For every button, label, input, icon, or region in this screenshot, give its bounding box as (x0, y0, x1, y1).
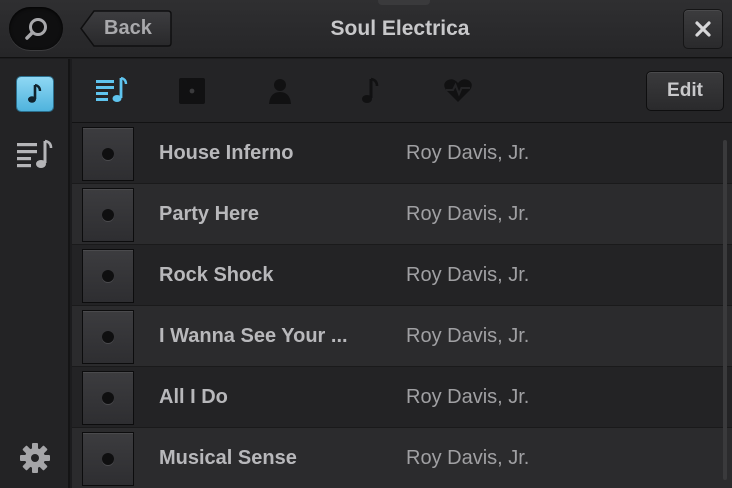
album-art-placeholder (82, 249, 134, 303)
sidebar-item-songs[interactable] (14, 73, 56, 115)
track-title: House Inferno (159, 142, 294, 164)
tab-playlist[interactable] (94, 74, 130, 108)
track-title: Rock Shock (159, 264, 274, 286)
disc-icon (102, 453, 114, 465)
track-artist: Roy Davis, Jr. (406, 447, 530, 469)
track-title: All I Do (159, 386, 228, 408)
track-list: House Inferno Roy Davis, Jr. Party Here … (72, 123, 732, 488)
track-row[interactable]: Party Here Roy Davis, Jr. (72, 184, 732, 245)
scrollbar[interactable] (723, 140, 727, 480)
sidebar (0, 59, 70, 488)
track-title: Musical Sense (159, 447, 297, 469)
sidebar-item-playlists[interactable] (14, 134, 56, 176)
edit-button[interactable]: Edit (646, 71, 724, 111)
back-button[interactable]: Back (80, 10, 172, 47)
artist-icon (269, 79, 291, 104)
album-art-placeholder (82, 127, 134, 181)
disc-icon (102, 392, 114, 404)
playlist-icon (96, 76, 128, 102)
search-icon (25, 17, 47, 40)
tab-activity[interactable] (440, 74, 476, 108)
tab-albums[interactable] (174, 74, 210, 108)
album-art-placeholder (82, 371, 134, 425)
track-title: Party Here (159, 203, 260, 225)
tab-artists[interactable] (262, 74, 298, 108)
heart-rate-icon (444, 79, 472, 102)
back-label: Back (104, 17, 152, 39)
search-button[interactable] (9, 7, 63, 50)
track-row[interactable]: House Inferno Roy Davis, Jr. (72, 123, 732, 184)
track-artist: Roy Davis, Jr. (406, 386, 530, 408)
song-icon (362, 77, 379, 103)
sidebar-item-settings[interactable] (14, 437, 56, 479)
disc-icon (102, 148, 114, 160)
gear-icon (20, 443, 50, 473)
header-bar: Back Soul Electrica (0, 0, 732, 58)
page-title: Soul Electrica (330, 17, 470, 40)
album-art-placeholder (82, 188, 134, 242)
disc-icon (102, 331, 114, 343)
track-row[interactable]: Musical Sense Roy Davis, Jr. (72, 428, 732, 488)
disc-icon (102, 209, 114, 221)
album-art-placeholder (82, 310, 134, 364)
album-icon (179, 78, 205, 104)
music-note-icon (28, 83, 42, 103)
track-artist: Roy Davis, Jr. (406, 142, 530, 164)
close-icon (695, 21, 711, 37)
track-artist: Roy Davis, Jr. (406, 203, 530, 225)
track-artist: Roy Davis, Jr. (406, 325, 530, 347)
disc-icon (102, 270, 114, 282)
track-row[interactable]: All I Do Roy Davis, Jr. (72, 367, 732, 428)
track-title: I Wanna See Your ... (159, 325, 348, 347)
drag-handle[interactable] (378, 0, 430, 5)
track-artist: Roy Davis, Jr. (406, 264, 530, 286)
close-button[interactable] (683, 9, 723, 49)
tab-songs[interactable] (352, 74, 388, 108)
album-art-placeholder (82, 432, 134, 486)
track-row[interactable]: I Wanna See Your ... Roy Davis, Jr. (72, 306, 732, 367)
track-row[interactable]: Rock Shock Roy Davis, Jr. (72, 245, 732, 306)
playlist-icon (17, 139, 53, 168)
filter-toolbar: Edit (72, 59, 732, 123)
